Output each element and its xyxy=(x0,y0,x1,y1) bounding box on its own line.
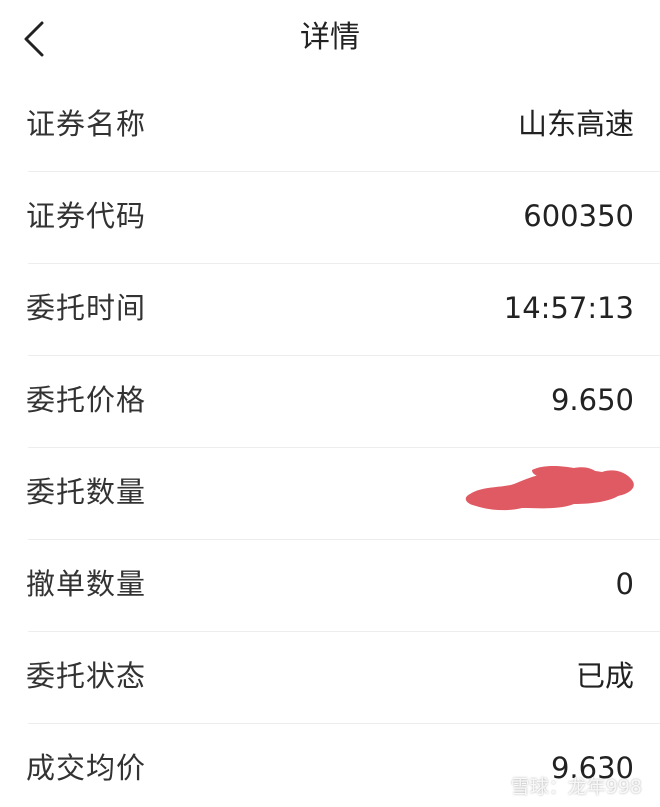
detail-row-order-status: 委托状态 已成 xyxy=(0,632,660,724)
row-label: 委托价格 xyxy=(26,383,147,417)
row-label: 撤单数量 xyxy=(26,567,147,601)
detail-row-security-code: 证券代码 600350 xyxy=(0,172,660,264)
row-value: 9.650 xyxy=(550,383,634,417)
row-value: 已成 xyxy=(575,659,634,693)
page-title: 详情 xyxy=(300,20,360,55)
row-value: 14:57:13 xyxy=(503,291,634,325)
row-value: 600350 xyxy=(523,199,634,233)
detail-row-order-time: 委托时间 14:57:13 xyxy=(0,264,660,356)
row-label: 委托状态 xyxy=(26,659,147,693)
row-value: 山东高速 xyxy=(517,107,634,141)
row-label: 证券代码 xyxy=(26,199,147,233)
watermark-text: 雪球：龙年998 xyxy=(510,776,642,798)
row-label: 成交均价 xyxy=(26,751,147,785)
row-label: 证券名称 xyxy=(26,107,147,141)
watermark: 雪球：龙年998 xyxy=(483,775,642,799)
detail-row-order-quantity: 委托数量 xyxy=(0,448,660,540)
detail-row-cancel-quantity: 撤单数量 0 xyxy=(0,540,660,632)
detail-row-order-price: 委托价格 9.650 xyxy=(0,356,660,448)
row-label: 委托数量 xyxy=(26,475,147,509)
top-bar: 详情 xyxy=(0,0,660,80)
row-label: 委托时间 xyxy=(26,291,147,325)
snowball-logo-icon xyxy=(483,776,505,798)
detail-row-security-name: 证券名称 山东高速 xyxy=(0,80,660,172)
order-detail-list: 证券名称 山东高速 证券代码 600350 委托时间 14:57:13 委托价格… xyxy=(0,80,660,807)
redaction-scribble xyxy=(462,458,638,516)
row-value: 0 xyxy=(615,567,634,601)
